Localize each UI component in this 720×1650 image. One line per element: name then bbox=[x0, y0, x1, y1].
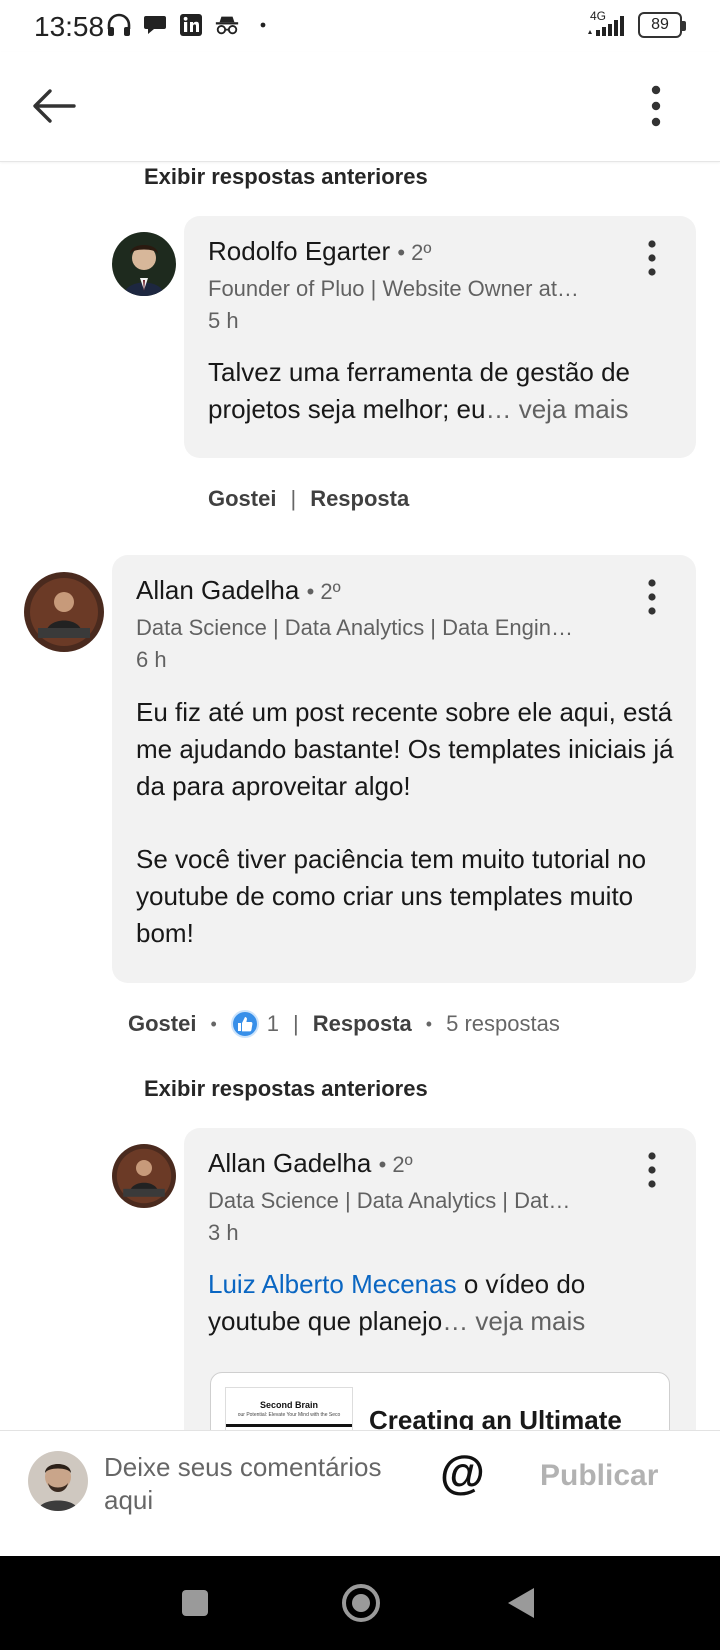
show-previous-replies-link[interactable]: Exibir respostas anteriores bbox=[144, 1076, 428, 1102]
replies-count[interactable]: 5 respostas bbox=[446, 1011, 560, 1037]
comment-options-button[interactable] bbox=[638, 236, 666, 280]
see-more-link[interactable]: … veja mais bbox=[442, 1306, 585, 1336]
thumbnail-title: Second Brain bbox=[259, 1400, 318, 1410]
thumbnail-subtitle: our Potential: Elevate Your Mind with th… bbox=[237, 1412, 341, 1418]
comment-options-button[interactable] bbox=[638, 1148, 666, 1192]
status-notification-icons bbox=[106, 12, 276, 38]
kebab-menu-icon bbox=[648, 1152, 656, 1188]
arrow-left-icon bbox=[33, 89, 76, 123]
comment-timestamp: 3 h bbox=[208, 1220, 239, 1245]
home-button[interactable] bbox=[342, 1584, 380, 1622]
commenter-name[interactable]: Allan Gadelha • 2º bbox=[136, 575, 341, 606]
thumbs-up-icon bbox=[237, 1017, 253, 1032]
separator: | bbox=[290, 486, 297, 511]
kebab-menu-icon bbox=[648, 240, 656, 276]
reaction-count[interactable]: 1 bbox=[267, 1011, 279, 1037]
avatar[interactable] bbox=[112, 1144, 176, 1208]
app-header bbox=[0, 52, 720, 162]
comment-input[interactable]: Deixe seus comentários aqui bbox=[104, 1451, 404, 1517]
connection-degree: • 2º bbox=[397, 240, 432, 265]
kebab-menu-icon bbox=[648, 579, 656, 615]
more-options-button[interactable] bbox=[636, 82, 676, 130]
recents-button[interactable] bbox=[182, 1590, 208, 1616]
comment-text: Talvez uma ferramenta de gestão de proje… bbox=[208, 354, 678, 428]
kebab-menu-icon bbox=[651, 85, 661, 127]
profile-photo-rodolfo bbox=[112, 232, 176, 296]
profile-photo-allan bbox=[112, 1144, 176, 1208]
comment-text-paragraph-2: Se você tiver paciência tem muito tutori… bbox=[136, 844, 647, 948]
mention-button[interactable]: @ bbox=[440, 1445, 485, 1499]
profile-photo-allan bbox=[24, 572, 104, 652]
author-name[interactable]: Allan Gadelha bbox=[136, 575, 299, 605]
mention-link[interactable]: Luiz Alberto Mecenas bbox=[208, 1269, 457, 1299]
status-system-icons: 4G 89 bbox=[586, 9, 686, 38]
back-button[interactable] bbox=[28, 82, 80, 130]
comment-text: Eu fiz até um post recente sobre ele aqu… bbox=[136, 697, 674, 801]
chat-bubble-icon bbox=[142, 12, 168, 38]
status-bar: 13:58 4G 89 bbox=[0, 0, 720, 52]
commenter-name[interactable]: Rodolfo Egarter • 2º bbox=[208, 236, 431, 267]
status-time: 13:58 bbox=[34, 11, 105, 42]
reply-button[interactable]: Resposta bbox=[313, 1011, 412, 1037]
author-name[interactable]: Allan Gadelha bbox=[208, 1148, 371, 1178]
like-reaction-icon[interactable] bbox=[230, 1010, 259, 1038]
commenter-name[interactable]: Allan Gadelha • 2º bbox=[208, 1148, 413, 1179]
comment-timestamp: 5 h bbox=[208, 308, 239, 333]
profile-photo-current-user bbox=[28, 1451, 88, 1511]
link-title[interactable]: Creating an Ultimate bbox=[369, 1405, 622, 1430]
dot-icon bbox=[250, 12, 276, 38]
like-button[interactable]: Gostei bbox=[128, 1011, 196, 1037]
incognito-icon bbox=[214, 12, 240, 38]
comment-timestamp: 6 h bbox=[136, 647, 167, 672]
avatar[interactable] bbox=[24, 572, 104, 652]
signal-icon: 4G bbox=[586, 9, 630, 38]
comment-thread: Exibir respostas anteriores Rodolfo Egar… bbox=[0, 162, 720, 1430]
author-name[interactable]: Rodolfo Egarter bbox=[208, 236, 390, 266]
linkedin-icon bbox=[178, 12, 204, 38]
comment-text: Luiz Alberto Mecenas o vídeo do youtube … bbox=[208, 1266, 678, 1340]
system-navigation-bar bbox=[0, 1556, 720, 1650]
commenter-headline: Data Science | Data Analytics | Data Eng… bbox=[136, 615, 573, 640]
link-preview-card[interactable]: Second Brain our Potential: Elevate Your… bbox=[210, 1372, 670, 1430]
reply-button[interactable]: Resposta bbox=[310, 486, 409, 512]
battery-icon: 89 bbox=[638, 12, 686, 38]
comment-composer: Deixe seus comentários aqui @ Publicar bbox=[0, 1430, 720, 1556]
like-button[interactable]: Gostei bbox=[208, 486, 276, 512]
system-back-button[interactable] bbox=[508, 1588, 534, 1618]
avatar[interactable] bbox=[112, 232, 176, 296]
headphones-icon bbox=[106, 12, 132, 38]
bullet-separator: • bbox=[425, 1013, 433, 1034]
see-more-link[interactable]: … veja mais bbox=[485, 394, 628, 424]
comment-actions: Gostei • 1 | Resposta • 5 respostas bbox=[128, 1010, 560, 1038]
link-thumbnail: Second Brain our Potential: Elevate Your… bbox=[225, 1387, 353, 1430]
thumbnail-divider bbox=[226, 1424, 352, 1427]
separator: | bbox=[293, 1011, 299, 1036]
connection-degree: • 2º bbox=[306, 579, 341, 604]
connection-degree: • 2º bbox=[378, 1152, 413, 1177]
bullet-separator: • bbox=[210, 1013, 217, 1034]
publish-button[interactable]: Publicar bbox=[540, 1459, 658, 1493]
current-user-avatar bbox=[28, 1451, 88, 1511]
show-previous-replies-link[interactable]: Exibir respostas anteriores bbox=[144, 164, 428, 190]
commenter-headline: Data Science | Data Analytics | Dat… bbox=[208, 1188, 571, 1213]
battery-level: 89 bbox=[651, 16, 669, 33]
commenter-headline: Founder of Pluo | Website Owner at… bbox=[208, 276, 579, 301]
comment-actions: Gostei | Resposta bbox=[208, 486, 409, 512]
comment-options-button[interactable] bbox=[638, 575, 666, 619]
